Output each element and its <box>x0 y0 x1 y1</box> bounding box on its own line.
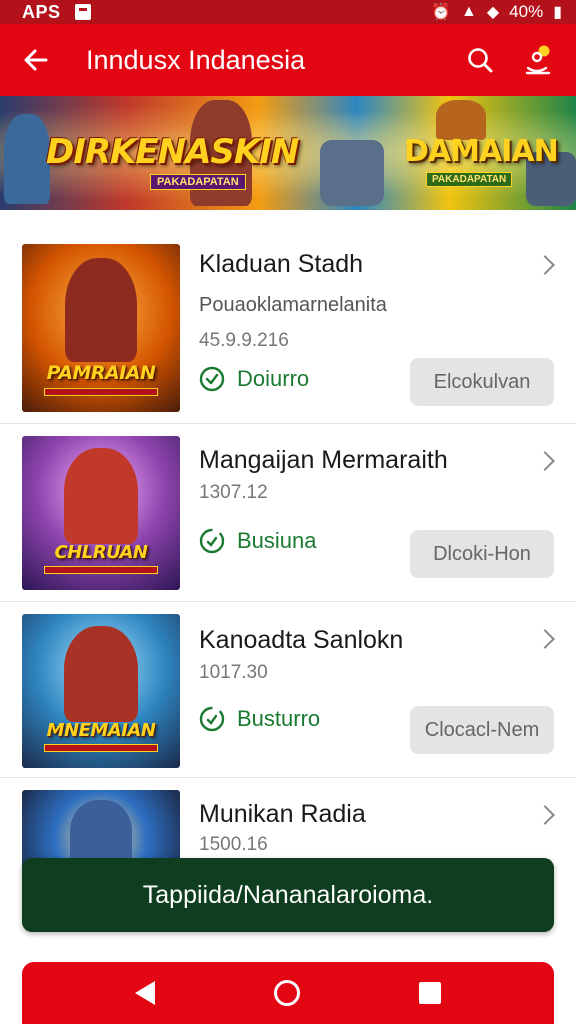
item-status: Busturro <box>199 706 320 732</box>
profile-notification-icon[interactable] <box>524 44 554 76</box>
banner-hero-left <box>4 114 50 204</box>
item-size: 45.9.9.216 <box>199 330 289 351</box>
notification-icon <box>74 4 91 20</box>
banner-subtitle-right: PAKADAPATAN <box>426 172 513 187</box>
battery-icon: ▮ <box>553 4 562 21</box>
download-button[interactable]: Dlcoki-Hon <box>410 530 554 578</box>
item-status: Doiurro <box>199 366 309 392</box>
item-status-label: Busturro <box>237 706 321 731</box>
download-button[interactable]: Elcokulvan <box>410 358 554 406</box>
thumbnail-title: PAMRAIAN <box>46 362 156 384</box>
banner-title-right: DAMAIAN <box>404 134 559 169</box>
chevron-right-icon[interactable] <box>535 255 555 275</box>
nav-recents-icon[interactable] <box>418 982 441 1004</box>
signal-icon: ▲ <box>461 3 477 20</box>
banner-robot-right <box>320 140 384 206</box>
game-thumbnail: CHLRUAN <box>22 436 180 590</box>
search-icon[interactable] <box>466 46 494 74</box>
item-size: 1307.12 <box>199 482 268 503</box>
banner-subtitle-left: PAKADAPATAN <box>150 174 246 190</box>
list-item[interactable]: PAMRAIAN Kladuan Stadh Pouaoklamarnelani… <box>0 226 576 424</box>
chevron-right-icon[interactable] <box>535 629 555 649</box>
nav-back-icon[interactable] <box>135 981 156 1005</box>
game-thumbnail: PAMRAIAN <box>22 244 180 412</box>
promo-banner[interactable]: DIRKENASKIN PAKADAPATAN DAMAIAN PAKADAPA… <box>0 96 576 210</box>
check-circle-icon <box>199 366 225 392</box>
wifi-icon: ◆ <box>486 4 500 21</box>
chevron-right-icon[interactable] <box>535 805 555 825</box>
battery-percent: 40% <box>509 2 544 21</box>
system-nav-bar <box>22 962 554 1024</box>
game-thumbnail: MNEMAIAN <box>22 614 180 768</box>
download-status-icon <box>199 528 225 554</box>
item-size: 1017.30 <box>199 662 268 683</box>
page-title: Inndusx Indanesia <box>86 44 306 75</box>
item-status-label: Doiurro <box>237 366 310 391</box>
item-size: 1500.16 <box>199 834 268 855</box>
item-status-label: Busiuna <box>237 528 317 553</box>
banner-title-left: DIRKENASKIN <box>46 132 299 172</box>
list-item[interactable]: CHLRUAN Mangaijan Mermaraith 1307.12 Bus… <box>0 424 576 602</box>
item-status: Busiuna <box>199 528 317 554</box>
status-bar: APS ⏰ ▲ ◆ 40% ▮ <box>0 0 576 24</box>
thumbnail-title: MNEMAIAN <box>46 720 156 741</box>
item-subtitle: Pouaoklamarnelanita <box>199 294 387 316</box>
chevron-right-icon[interactable] <box>535 451 555 471</box>
toast-message[interactable]: Tappiida/Nananalaroioma. <box>22 858 554 932</box>
download-button[interactable]: Clocacl-Nem <box>410 706 554 754</box>
item-title: Mangaijan Mermaraith <box>199 446 448 474</box>
download-status-icon <box>199 706 225 732</box>
thumbnail-title: CHLRUAN <box>54 542 148 563</box>
app-bar: Inndusx Indanesia <box>0 24 576 96</box>
arrow-left-icon <box>24 49 48 71</box>
item-title: Munikan Radia <box>199 800 366 828</box>
list-item[interactable]: MNEMAIAN Kanoadta Sanlokn 1017.30 Bustur… <box>0 602 576 778</box>
nav-home-icon[interactable] <box>273 980 300 1006</box>
alarm-icon: ⏰ <box>431 4 451 21</box>
back-button[interactable] <box>0 24 72 96</box>
status-apps-label: APS <box>22 1 61 22</box>
item-title: Kanoadta Sanlokn <box>199 626 404 654</box>
item-title: Kladuan Stadh <box>199 250 364 278</box>
